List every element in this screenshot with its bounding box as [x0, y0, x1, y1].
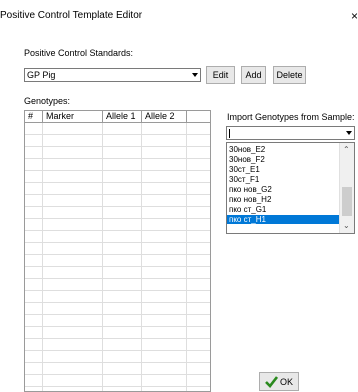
list-item[interactable]: 30ст_F1: [229, 175, 259, 184]
column-divider: [141, 123, 142, 391]
col-header-index[interactable]: #: [25, 111, 43, 123]
list-item[interactable]: 30нов_F2: [229, 155, 265, 164]
col-header-allele2[interactable]: Allele 2: [142, 111, 187, 123]
col-header-allele1[interactable]: Allele 1: [103, 111, 142, 123]
column-divider: [186, 123, 187, 391]
genotypes-label: Genotypes:: [24, 96, 71, 106]
col-header-marker[interactable]: Marker: [43, 111, 103, 123]
genotypes-grid[interactable]: # Marker Allele 1 Allele 2: [24, 110, 211, 392]
import-label: Import Genotypes from Sample:: [227, 112, 355, 122]
chevron-down-icon[interactable]: ⌄: [343, 221, 350, 230]
column-divider: [42, 123, 43, 391]
ok-button[interactable]: OK: [259, 372, 299, 391]
edit-button[interactable]: Edit: [206, 66, 235, 84]
standards-select[interactable]: GP Pig: [24, 68, 201, 82]
text-caret: [229, 129, 230, 138]
list-item[interactable]: пко ст_G1: [229, 205, 266, 214]
scrollbar-thumb[interactable]: [342, 187, 352, 216]
list-item-selected[interactable]: пко ст_H1: [227, 215, 341, 224]
column-divider: [102, 123, 103, 391]
window-title: Positive Control Template Editor: [0, 10, 143, 21]
list-scrollbar[interactable]: ⌃ ⌄: [339, 143, 354, 233]
checkmark-icon: [265, 376, 278, 388]
close-button[interactable]: ×: [351, 9, 358, 23]
col-header-extra: [187, 111, 210, 123]
list-item[interactable]: пко нов_G2: [229, 185, 272, 194]
chevron-down-icon: [192, 73, 198, 77]
list-item[interactable]: 30нов_E2: [229, 145, 265, 154]
standards-label: Positive Control Standards:: [24, 48, 134, 58]
chevron-up-icon[interactable]: ⌃: [343, 145, 350, 154]
import-select[interactable]: [226, 126, 355, 140]
ok-label: OK: [280, 377, 294, 387]
import-dropdown-list[interactable]: 30нов_E2 30нов_F2 30ст_E1 30ст_F1 пко но…: [226, 142, 355, 234]
delete-button[interactable]: Delete: [273, 66, 306, 84]
list-item[interactable]: 30ст_E1: [229, 165, 260, 174]
standards-select-value: GP Pig: [27, 70, 56, 80]
list-item[interactable]: пко нов_H2: [229, 195, 271, 204]
chevron-down-icon: [346, 131, 352, 135]
add-button[interactable]: Add: [241, 66, 266, 84]
